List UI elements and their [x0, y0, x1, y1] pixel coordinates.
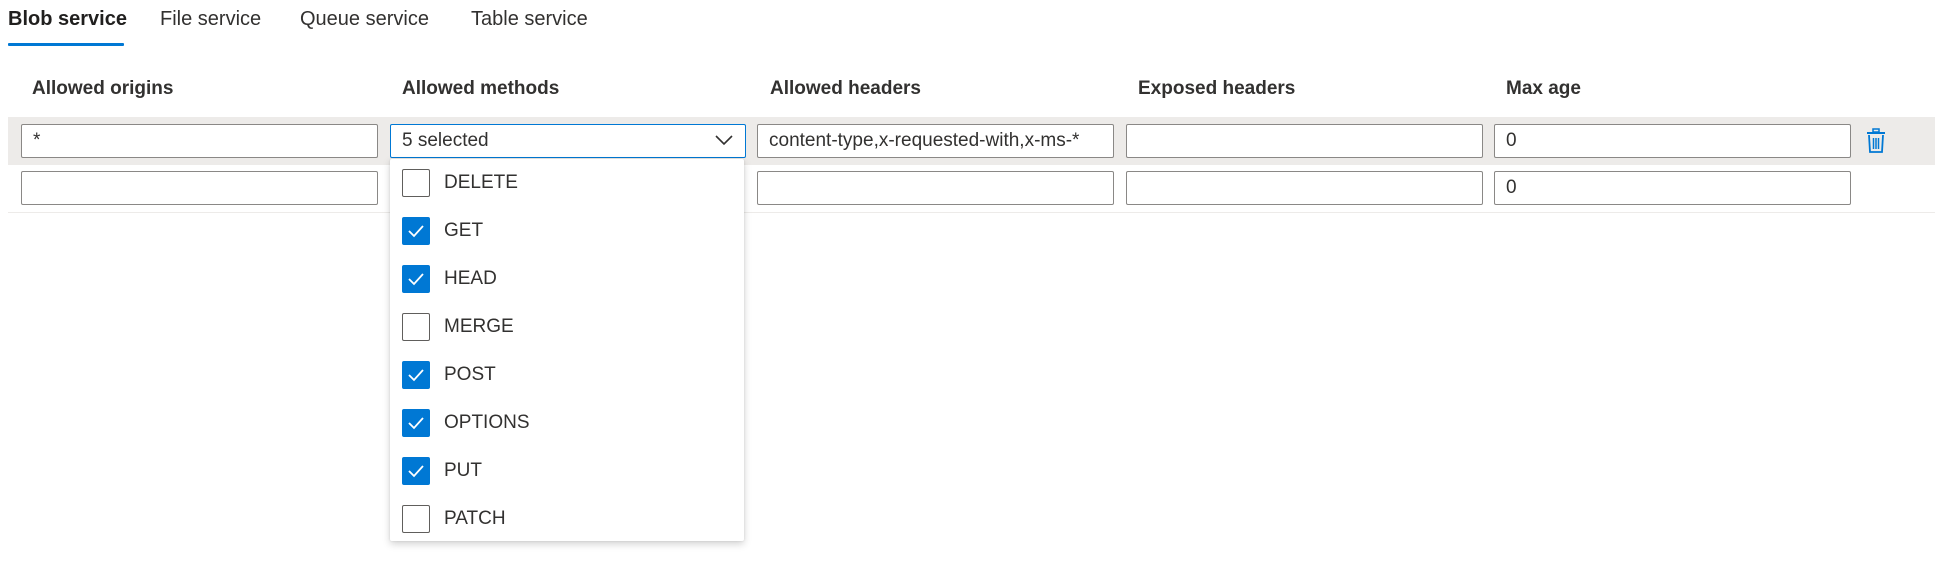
header-allowed-headers: Allowed headers [770, 78, 921, 99]
exposed-headers-input[interactable] [1126, 171, 1483, 205]
checkbox[interactable] [402, 217, 430, 245]
checkmark-icon [408, 225, 424, 238]
tab-queue-service[interactable]: Queue service [300, 8, 429, 31]
method-option-delete[interactable]: DELETE [402, 168, 518, 198]
checkbox[interactable] [402, 457, 430, 485]
checkbox[interactable] [402, 361, 430, 389]
allowed-origins-input[interactable] [21, 171, 378, 205]
method-option-head[interactable]: HEAD [402, 264, 497, 294]
allowed-headers-input[interactable] [757, 171, 1114, 205]
checkbox[interactable] [402, 265, 430, 293]
method-option-put[interactable]: PUT [402, 456, 482, 486]
option-label: HEAD [444, 268, 497, 289]
checkmark-icon [408, 417, 424, 430]
method-option-options[interactable]: OPTIONS [402, 408, 530, 438]
method-option-merge[interactable]: MERGE [402, 312, 514, 342]
checkmark-icon [408, 273, 424, 286]
option-label: GET [444, 220, 484, 241]
option-label: PATCH [444, 508, 506, 529]
checkbox[interactable] [402, 409, 430, 437]
allowed-origins-input[interactable]: * [21, 124, 378, 158]
method-option-get[interactable]: GET [402, 216, 483, 246]
option-label: MERGE [444, 316, 514, 337]
trash-icon[interactable] [1865, 128, 1887, 154]
option-label: PUT [444, 460, 482, 481]
allowed-headers-input[interactable]: content-type,x-requested-with,x-ms-* [757, 124, 1114, 158]
method-option-patch[interactable]: PATCH [402, 504, 506, 534]
max-age-input[interactable]: 0 [1494, 124, 1851, 158]
checkbox[interactable] [402, 169, 430, 197]
option-label: DELETE [444, 172, 518, 193]
tab-blob-service[interactable]: Blob service [8, 8, 127, 31]
tab-table-service[interactable]: Table service [471, 8, 588, 31]
header-max-age: Max age [1506, 78, 1581, 99]
option-label: POST [444, 364, 496, 385]
checkbox[interactable] [402, 505, 430, 533]
header-exposed-headers: Exposed headers [1138, 78, 1296, 99]
max-age-input[interactable]: 0 [1494, 171, 1851, 205]
header-allowed-methods: Allowed methods [402, 78, 560, 99]
allowed-methods-value: 5 selected [402, 130, 489, 151]
allowed-methods-dropdown[interactable]: 5 selected [390, 124, 746, 158]
checkbox[interactable] [402, 313, 430, 341]
row-divider [8, 212, 1935, 213]
checkmark-icon [408, 369, 424, 382]
header-allowed-origins: Allowed origins [32, 78, 174, 99]
row-divider [8, 164, 1935, 165]
allowed-methods-options-panel: DELETE GET HEAD MERGE POST OPTIONS PUT P… [390, 159, 744, 541]
tab-file-service[interactable]: File service [160, 8, 261, 31]
method-option-post[interactable]: POST [402, 360, 496, 390]
checkmark-icon [408, 465, 424, 478]
exposed-headers-input[interactable] [1126, 124, 1483, 158]
active-tab-indicator [8, 43, 124, 46]
option-label: OPTIONS [444, 412, 530, 433]
chevron-down-icon [715, 135, 733, 146]
